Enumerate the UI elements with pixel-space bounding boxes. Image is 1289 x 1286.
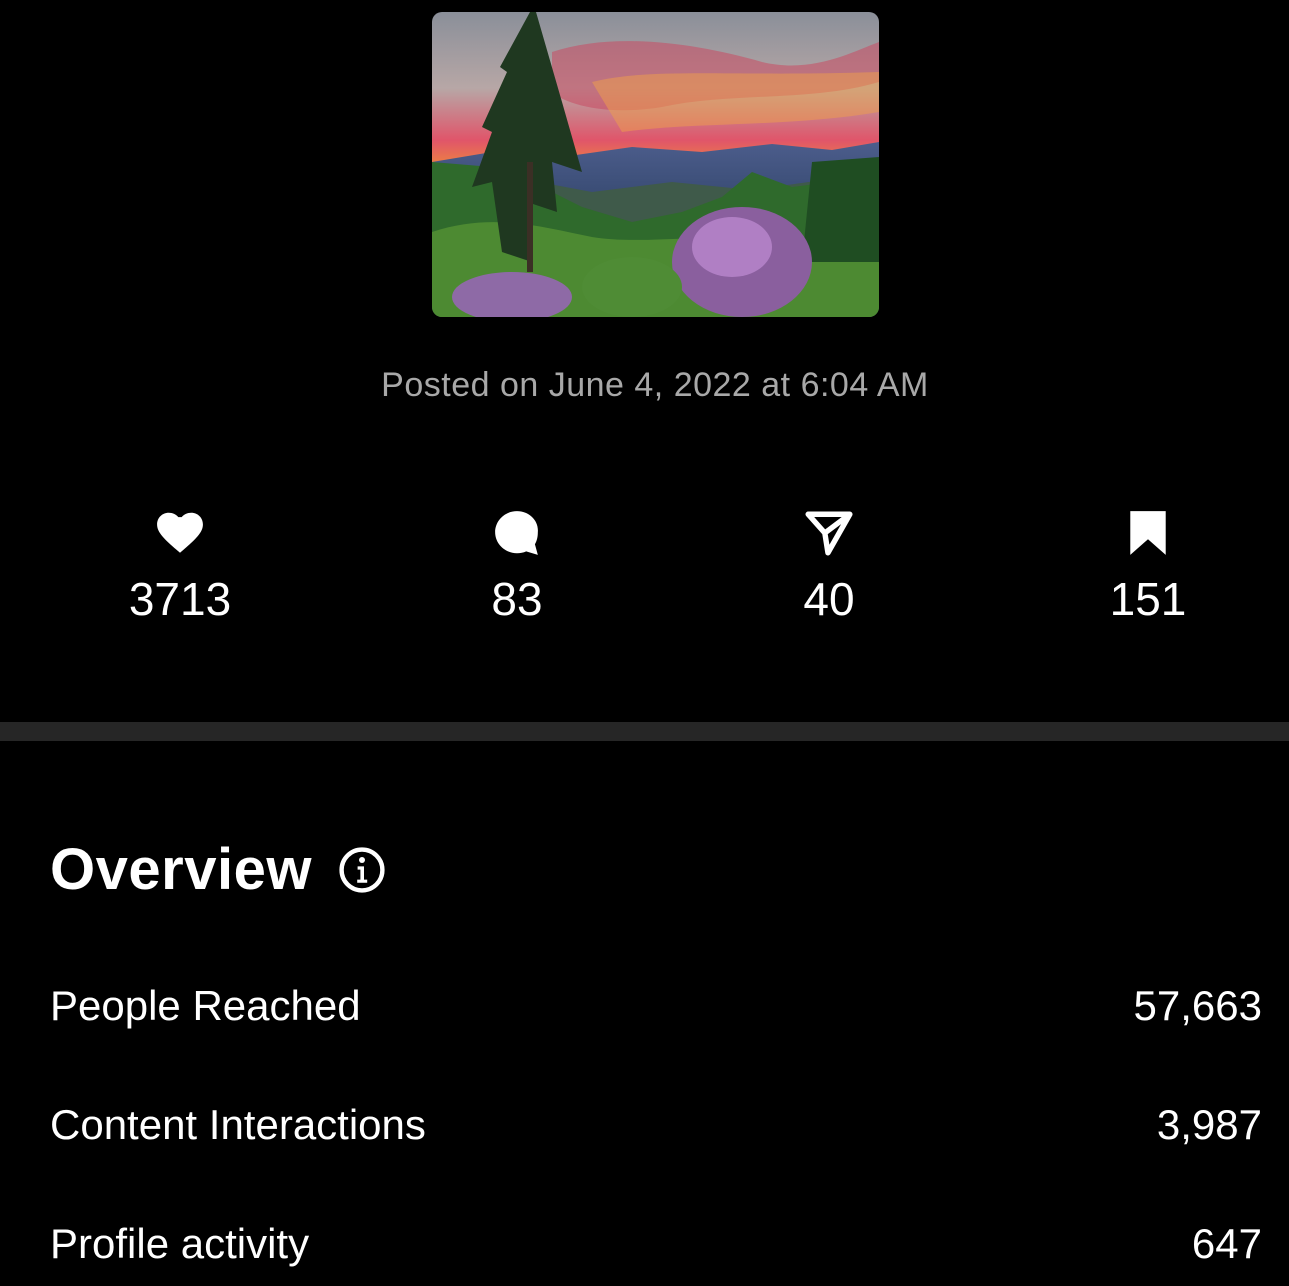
shares-count: 40: [803, 573, 855, 625]
likes-count: 3713: [128, 573, 232, 625]
comments-count: 83: [491, 573, 543, 625]
metric-value: 57,663: [1133, 982, 1262, 1029]
metric-label: Content Interactions: [50, 1101, 426, 1148]
saves-count: 151: [1109, 573, 1187, 625]
metric-label: People Reached: [50, 982, 361, 1029]
profile-activity-row[interactable]: Profile activity 647: [50, 1220, 1262, 1268]
posted-on-date: Posted on June 4, 2022 at 6:04 AM: [381, 366, 929, 404]
people-reached-row[interactable]: People Reached 57,663: [50, 982, 1262, 1030]
overview-title: Overview: [50, 837, 312, 902]
metric-value: 647: [1191, 1220, 1262, 1267]
content-interactions-row[interactable]: Content Interactions 3,987: [50, 1101, 1262, 1149]
shares-stat[interactable]: 40: [719, 508, 939, 626]
heart-icon: [70, 508, 290, 564]
bookmark-icon: [1038, 508, 1258, 564]
overview-header: Overview: [50, 836, 386, 903]
post-image[interactable]: [432, 12, 879, 317]
comment-icon: [407, 508, 627, 564]
info-icon[interactable]: [338, 846, 386, 894]
landscape-image: [432, 12, 879, 317]
saves-stat[interactable]: 151: [1038, 508, 1258, 626]
comments-stat[interactable]: 83: [407, 508, 627, 626]
metric-label: Profile activity: [50, 1220, 310, 1267]
share-icon: [719, 508, 939, 564]
likes-stat[interactable]: 3713: [70, 508, 290, 626]
section-divider: [0, 722, 1289, 741]
metric-value: 3,987: [1156, 1101, 1262, 1148]
